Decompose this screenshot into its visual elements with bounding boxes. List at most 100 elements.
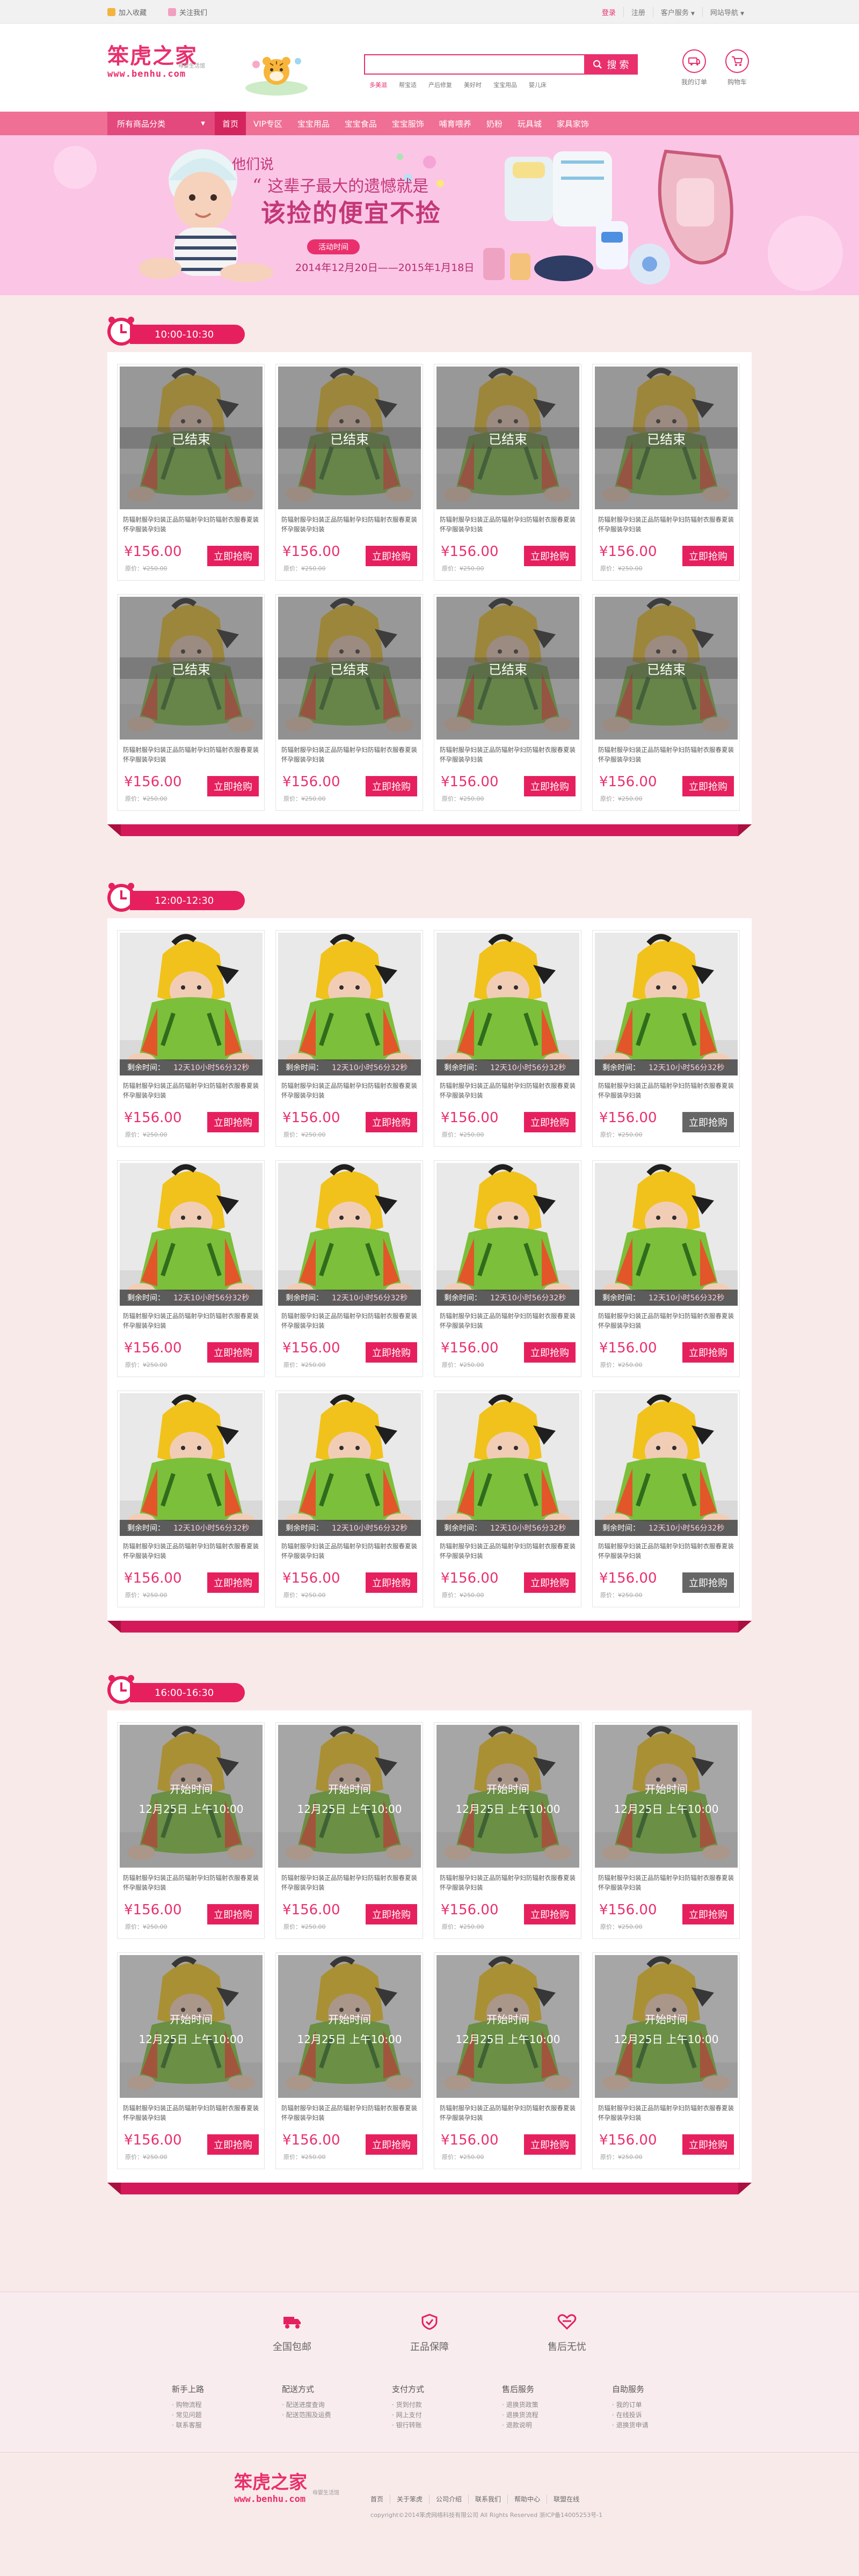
register-link[interactable]: 注册 [623,6,653,17]
hot-word[interactable]: 产后修复 [428,80,452,89]
product-card[interactable]: 已结束 防辐射服孕妇装正品防辐射孕妇防辐射衣服春夏装怀孕服装孕妇装 ¥156.0… [117,364,265,581]
search-input[interactable] [364,54,584,75]
product-image-frame[interactable] [120,1393,263,1536]
buy-now-button[interactable]: 立即抢购 [207,546,259,566]
all-categories-menu[interactable]: 所有商品分类 ▼ [107,112,215,135]
buy-now-button[interactable]: 立即抢购 [207,776,259,796]
product-card[interactable]: 剩余时间： 12天10小时56分32秒 防辐射服孕妇装正品防辐射孕妇防辐射衣服春夏… [434,930,581,1147]
hot-word[interactable]: 美好时 [464,80,482,89]
nav-item-baby-supplies[interactable]: 宝宝用品 [290,112,337,135]
footer-link-alliance[interactable]: 联盟在线 [547,2494,586,2504]
add-favorite-link[interactable]: 加入收藏 [107,7,147,17]
product-title[interactable]: 防辐射服孕妇装正品防辐射孕妇防辐射衣服春夏装怀孕服装孕妇装 [123,1311,260,1330]
footer-logo[interactable]: 笨虎之家 母婴生活馆 www.benhu.com [234,2468,352,2516]
product-title[interactable]: 防辐射服孕妇装正品防辐射孕妇防辐射衣服春夏装怀孕服装孕妇装 [123,1873,260,1892]
product-image-frame[interactable] [436,1393,579,1536]
product-title[interactable]: 防辐射服孕妇装正品防辐射孕妇防辐射衣服春夏装怀孕服装孕妇装 [281,515,418,534]
buy-now-button[interactable]: 立即抢购 [366,546,417,566]
product-image-frame[interactable] [595,1393,738,1536]
nav-item-toys[interactable]: 玩具城 [510,112,549,135]
product-image-frame[interactable]: 开始时间 12月25日 上午10:00 [436,1955,579,2098]
help-link[interactable]: · 配送范围及运费 [282,2410,357,2420]
product-card[interactable]: 已结束 防辐射服孕妇装正品防辐射孕妇防辐射衣服春夏装怀孕服装孕妇装 ¥156.0… [592,594,740,811]
help-link[interactable]: · 退换货申请 [612,2420,687,2431]
nav-item-furniture[interactable]: 家具家饰 [549,112,596,135]
help-link[interactable]: · 在线投诉 [612,2410,687,2420]
product-title[interactable]: 防辐射服孕妇装正品防辐射孕妇防辐射衣服春夏装怀孕服装孕妇装 [440,1541,577,1561]
buy-now-button[interactable]: 立即抢购 [207,1112,259,1132]
product-image-frame[interactable]: 已结束 [436,367,579,509]
help-link[interactable]: · 网上支付 [392,2410,467,2420]
product-card[interactable]: 剩余时间： 12天10小时56分32秒 防辐射服孕妇装正品防辐射孕妇防辐射衣服春夏… [117,1391,265,1607]
buy-now-button[interactable]: 立即抢购 [524,1572,576,1593]
product-image-frame[interactable]: 开始时间 12月25日 上午10:00 [278,1725,421,1868]
customer-service-menu[interactable]: 客户服务 ▼ [652,6,702,17]
product-image-frame[interactable] [595,1163,738,1306]
buy-now-button[interactable]: 立即抢购 [524,1112,576,1132]
buy-now-button[interactable]: 立即抢购 [207,1342,259,1363]
product-title[interactable]: 防辐射服孕妇装正品防辐射孕妇防辐射衣服春夏装怀孕服装孕妇装 [440,1873,577,1892]
help-link[interactable]: · 银行转账 [392,2420,467,2431]
product-card[interactable]: 已结束 防辐射服孕妇装正品防辐射孕妇防辐射衣服春夏装怀孕服装孕妇装 ¥156.0… [275,364,423,581]
product-card[interactable]: 剩余时间： 12天10小时56分32秒 防辐射服孕妇装正品防辐射孕妇防辐射衣服春夏… [592,930,740,1147]
help-link[interactable]: · 配送进度查询 [282,2400,357,2410]
product-card[interactable]: 剩余时间： 12天10小时56分32秒 防辐射服孕妇装正品防辐射孕妇防辐射衣服春夏… [592,1160,740,1377]
buy-now-button[interactable]: 立即抢购 [682,1572,734,1593]
buy-now-button[interactable]: 立即抢购 [366,1572,417,1593]
buy-now-button[interactable]: 立即抢购 [524,1904,576,1924]
product-title[interactable]: 防辐射服孕妇装正品防辐射孕妇防辐射衣服春夏装怀孕服装孕妇装 [281,745,418,764]
product-title[interactable]: 防辐射服孕妇装正品防辐射孕妇防辐射衣服春夏装怀孕服装孕妇装 [598,1311,735,1330]
buy-now-button[interactable]: 立即抢购 [366,1112,417,1132]
product-title[interactable]: 防辐射服孕妇装正品防辐射孕妇防辐射衣服春夏装怀孕服装孕妇装 [598,1081,735,1100]
nav-item-baby-clothing[interactable]: 宝宝服饰 [384,112,432,135]
footer-link-home[interactable]: 首页 [370,2494,390,2504]
product-card[interactable]: 已结束 防辐射服孕妇装正品防辐射孕妇防辐射衣服春夏装怀孕服装孕妇装 ¥156.0… [434,594,581,811]
buy-now-button[interactable]: 立即抢购 [207,1904,259,1924]
buy-now-button[interactable]: 立即抢购 [366,776,417,796]
product-image-frame[interactable]: 已结束 [278,597,421,740]
product-title[interactable]: 防辐射服孕妇装正品防辐射孕妇防辐射衣服春夏装怀孕服装孕妇装 [281,1873,418,1892]
product-card[interactable]: 开始时间 12月25日 上午10:00 防辐射服孕妇装正品防辐射孕妇防辐射衣服春… [117,1722,265,1939]
buy-now-button[interactable]: 立即抢购 [524,776,576,796]
product-title[interactable]: 防辐射服孕妇装正品防辐射孕妇防辐射衣服春夏装怀孕服装孕妇装 [281,1081,418,1100]
help-link[interactable]: · 货到付款 [392,2400,467,2410]
product-title[interactable]: 防辐射服孕妇装正品防辐射孕妇防辐射衣服春夏装怀孕服装孕妇装 [598,2103,735,2123]
nav-item-vip[interactable]: VIP专区 [246,112,290,135]
help-link[interactable]: · 退换货政策 [502,2400,577,2410]
product-card[interactable]: 剩余时间： 12天10小时56分32秒 防辐射服孕妇装正品防辐射孕妇防辐射衣服春夏… [434,1391,581,1607]
product-card[interactable]: 剩余时间： 12天10小时56分32秒 防辐射服孕妇装正品防辐射孕妇防辐射衣服春夏… [592,1391,740,1607]
help-link[interactable]: · 常见问题 [172,2410,247,2420]
product-card[interactable]: 已结束 防辐射服孕妇装正品防辐射孕妇防辐射衣服春夏装怀孕服装孕妇装 ¥156.0… [117,594,265,811]
product-card[interactable]: 剩余时间： 12天10小时56分32秒 防辐射服孕妇装正品防辐射孕妇防辐射衣服春夏… [275,1160,423,1377]
product-title[interactable]: 防辐射服孕妇装正品防辐射孕妇防辐射衣服春夏装怀孕服装孕妇装 [123,1541,260,1561]
product-image-frame[interactable]: 已结束 [595,367,738,509]
help-link[interactable]: · 退款说明 [502,2420,577,2431]
footer-link-help[interactable]: 帮助中心 [507,2494,547,2504]
product-title[interactable]: 防辐射服孕妇装正品防辐射孕妇防辐射衣服春夏装怀孕服装孕妇装 [281,2103,418,2123]
product-image-frame[interactable]: 已结束 [595,597,738,740]
product-card[interactable]: 剩余时间： 12天10小时56分32秒 防辐射服孕妇装正品防辐射孕妇防辐射衣服春夏… [275,930,423,1147]
product-image-frame[interactable] [278,1393,421,1536]
buy-now-button[interactable]: 立即抢购 [524,2134,576,2155]
follow-us-link[interactable]: 关注我们 [168,7,207,17]
product-card[interactable]: 开始时间 12月25日 上午10:00 防辐射服孕妇装正品防辐射孕妇防辐射衣服春… [434,1722,581,1939]
buy-now-button[interactable]: 立即抢购 [682,776,734,796]
product-image-frame[interactable] [278,1163,421,1306]
buy-now-button[interactable]: 立即抢购 [682,546,734,566]
product-card[interactable]: 开始时间 12月25日 上午10:00 防辐射服孕妇装正品防辐射孕妇防辐射衣服春… [592,1722,740,1939]
sitemap-menu[interactable]: 网站导航 ▼ [702,6,752,17]
product-image-frame[interactable]: 已结束 [436,597,579,740]
product-title[interactable]: 防辐射服孕妇装正品防辐射孕妇防辐射衣服春夏装怀孕服装孕妇装 [281,1311,418,1330]
product-image-frame[interactable] [120,933,263,1075]
product-card[interactable]: 开始时间 12月25日 上午10:00 防辐射服孕妇装正品防辐射孕妇防辐射衣服春… [434,1952,581,2169]
buy-now-button[interactable]: 立即抢购 [207,1572,259,1593]
product-title[interactable]: 防辐射服孕妇装正品防辐射孕妇防辐射衣服春夏装怀孕服装孕妇装 [598,745,735,764]
my-orders-button[interactable]: 我的订单 [681,49,707,86]
product-title[interactable]: 防辐射服孕妇装正品防辐射孕妇防辐射衣服春夏装怀孕服装孕妇装 [123,745,260,764]
product-card[interactable]: 剩余时间： 12天10小时56分32秒 防辐射服孕妇装正品防辐射孕妇防辐射衣服春夏… [434,1160,581,1377]
help-link[interactable]: · 我的订单 [612,2400,687,2410]
product-title[interactable]: 防辐射服孕妇装正品防辐射孕妇防辐射衣服春夏装怀孕服装孕妇装 [598,515,735,534]
buy-now-button[interactable]: 立即抢购 [682,2134,734,2155]
help-link[interactable]: · 联系客服 [172,2420,247,2431]
buy-now-button[interactable]: 立即抢购 [366,2134,417,2155]
